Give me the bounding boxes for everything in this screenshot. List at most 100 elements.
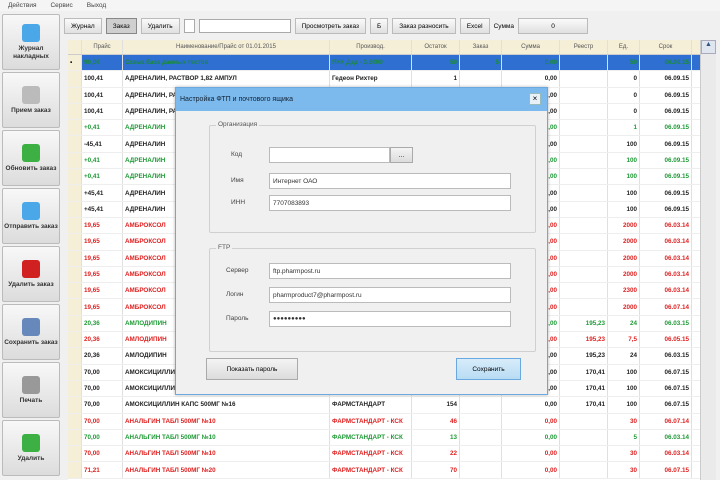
table-row[interactable]: 100,41АДРЕНАЛИН, РАСТВОР 1,82 АМПУЛГедео… bbox=[68, 71, 700, 88]
table-cell bbox=[560, 152, 608, 169]
row-indicator bbox=[68, 136, 82, 152]
table-cell: 100 bbox=[608, 185, 640, 201]
table-cell: 1 bbox=[608, 120, 640, 136]
table-cell bbox=[560, 299, 608, 315]
table-row[interactable]: 70,00 АМОКСИЦИЛЛИН КАПС 500МГ №16 ФАРМСТАН… bbox=[68, 397, 700, 414]
table-cell: 0 bbox=[608, 87, 640, 103]
row-indicator bbox=[68, 266, 82, 283]
inn-field[interactable]: 7707083893 bbox=[269, 195, 511, 211]
row-indicator bbox=[68, 380, 82, 397]
sidebar-button[interactable]: Удалить bbox=[2, 420, 60, 476]
table-cell: 100 bbox=[608, 169, 640, 185]
table-cell: 24 bbox=[608, 348, 640, 364]
sidebar-button[interactable]: Прием заказ bbox=[2, 72, 60, 128]
table-cell bbox=[560, 266, 608, 283]
login-field[interactable]: pharmproduct7@pharmpost.ru bbox=[269, 287, 511, 303]
column-header[interactable]: Прайс bbox=[82, 40, 123, 54]
menu-exit[interactable]: Выход bbox=[87, 2, 106, 9]
table-cell: ФАРМСТАНДАРТ - КСК bbox=[330, 446, 412, 462]
table-cell bbox=[560, 185, 608, 201]
scroll-up-icon[interactable]: ▲ bbox=[701, 40, 716, 54]
column-header[interactable]: Срок bbox=[640, 40, 692, 54]
sidebar-button-label: Удалить bbox=[17, 454, 45, 462]
table-cell: 70,00 bbox=[82, 446, 123, 462]
table-cell: 06.09.15 bbox=[640, 152, 692, 169]
sidebar-button[interactable]: Журнал накладных bbox=[2, 14, 60, 70]
table-cell: +0,41 bbox=[82, 152, 123, 169]
view-order-button[interactable]: Просмотреть заказ bbox=[294, 18, 366, 34]
code-lookup-button[interactable]: ... bbox=[390, 147, 413, 163]
table-cell: 19,65 bbox=[82, 234, 123, 250]
vertical-scrollbar[interactable]: ▲ bbox=[700, 40, 716, 480]
table-row[interactable]: 70,00 АНАЛЬГИН ТАБЛ 500МГ №10 ФАРМСТАНДАРТ… bbox=[68, 446, 700, 463]
table-cell: 06.03.14 bbox=[640, 266, 692, 283]
menu-service[interactable]: Сервис bbox=[50, 2, 72, 9]
table-cell bbox=[560, 201, 608, 217]
table-cell bbox=[560, 429, 608, 446]
table-cell: 0,00 bbox=[502, 55, 560, 71]
sidebar-button[interactable]: Отправить заказ bbox=[2, 188, 60, 244]
delete-button[interactable]: Удалить bbox=[140, 18, 180, 34]
order-button[interactable]: Заказ bbox=[105, 18, 137, 34]
sidebar-button-label: Удалить заказ bbox=[8, 280, 54, 288]
column-header[interactable]: Остаток bbox=[412, 40, 460, 54]
table-cell: 0,00 bbox=[502, 446, 560, 462]
name-field[interactable]: Интернет ОАО bbox=[269, 173, 511, 189]
distribute-button[interactable]: Заказ разносить bbox=[392, 18, 456, 34]
column-header[interactable]: Реестр bbox=[560, 40, 608, 54]
journal-icon bbox=[22, 23, 40, 42]
row-indicator-header bbox=[68, 40, 82, 54]
sidebar-button[interactable]: Сохранить заказ bbox=[2, 304, 60, 360]
table-cell: 0,00 bbox=[502, 397, 560, 413]
close-icon[interactable]: × bbox=[529, 93, 541, 105]
table-cell: 100,41 bbox=[82, 103, 123, 120]
save-button[interactable]: Сохранить bbox=[456, 358, 521, 380]
table-cell: Гедеон Рихтер bbox=[330, 71, 412, 87]
table-cell: -45,41 bbox=[82, 136, 123, 152]
table-cell: 1 bbox=[412, 71, 460, 87]
table-cell: 06.05.15 bbox=[640, 332, 692, 348]
sidebar-button[interactable]: Обновить заказ bbox=[2, 130, 60, 186]
sidebar-button[interactable]: Удалить заказ bbox=[2, 246, 60, 302]
server-field[interactable]: ftp.pharmpost.ru bbox=[269, 263, 511, 279]
table-cell: Схема база данных тестов bbox=[123, 55, 330, 71]
table-cell: АМОКСИЦИЛЛИН КАПС 500МГ №16 bbox=[123, 397, 330, 413]
column-header[interactable]: Заказ bbox=[460, 40, 502, 54]
send-icon bbox=[22, 201, 40, 220]
menu-bar: Действия Сервис Выход bbox=[0, 0, 720, 11]
table-row[interactable]: 70,00 АНАЛЬГИН ТАБЛ 500МГ №10 ФАРМСТАНДАРТ… bbox=[68, 429, 700, 447]
journal-button[interactable]: Журнал bbox=[64, 18, 102, 34]
table-cell: 195,23 bbox=[560, 315, 608, 332]
sidebar-button[interactable]: Печать bbox=[2, 362, 60, 418]
column-header[interactable]: Производ. bbox=[330, 40, 412, 54]
table-row[interactable]: 71,21 АНАЛЬГИН ТАБЛ 500МГ №20 ФАРМСТАНДАРТ… bbox=[68, 462, 700, 479]
search-input[interactable] bbox=[198, 19, 291, 33]
table-cell: 06.07.15 bbox=[640, 364, 692, 380]
code-field[interactable] bbox=[269, 147, 390, 163]
server-label: Сервер bbox=[226, 267, 249, 274]
password-field[interactable]: ●●●●●●●●● bbox=[269, 311, 511, 327]
table-cell: 0 bbox=[608, 71, 640, 87]
table-cell: 170,41 bbox=[560, 397, 608, 413]
table-row[interactable]: 70,00 АНАЛЬГИН ТАБЛ 500МГ №10 ФАРМСТАНДАРТ… bbox=[68, 413, 700, 430]
excel-button[interactable]: Excel bbox=[459, 18, 490, 34]
column-header[interactable]: Ед. bbox=[608, 40, 640, 54]
table-cell bbox=[560, 55, 608, 71]
table-cell: 22 bbox=[412, 446, 460, 462]
table-cell: 170,41 bbox=[560, 380, 608, 397]
filter-checkbox[interactable] bbox=[183, 19, 195, 33]
row-indicator bbox=[68, 462, 82, 478]
table-row[interactable]: ▪ 90,00 Схема база данных тестов ЯКК Дэд - … bbox=[68, 55, 700, 72]
table-cell: 06.03.15 bbox=[640, 315, 692, 332]
menu-actions[interactable]: Действия bbox=[8, 2, 36, 9]
table-cell: 06.09.15 bbox=[640, 120, 692, 136]
inn-label: ИНН bbox=[231, 199, 246, 206]
b-button[interactable]: Б bbox=[369, 18, 389, 34]
show-password-button[interactable]: Показать пароль bbox=[206, 358, 298, 380]
row-indicator bbox=[68, 397, 82, 413]
row-indicator bbox=[68, 120, 82, 136]
table-cell bbox=[560, 120, 608, 136]
column-header[interactable]: Наименование/Прайс от 01.01.2015 bbox=[123, 40, 330, 54]
table-cell: ФАРМСТАНДАРТ - КСК bbox=[330, 429, 412, 446]
column-header[interactable]: Сумма bbox=[502, 40, 560, 54]
